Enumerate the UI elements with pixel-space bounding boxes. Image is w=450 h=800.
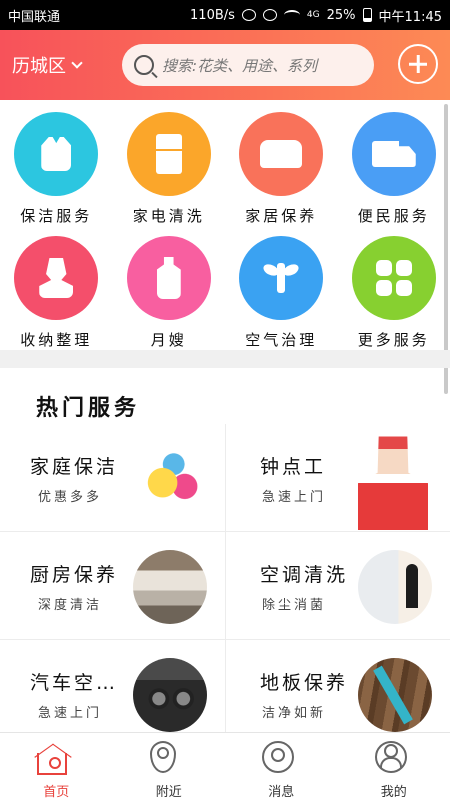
search-placeholder: 搜索:花类、用途、系列 [162,56,318,75]
hot-services-title: 热门服务 [36,396,141,421]
service-subtitle: 急速上门 [38,706,103,721]
truck-icon [371,141,416,167]
category-label: 空气治理 [245,331,318,349]
category-grid: 保洁服务 家电清洗 家居保养 便民服务 收纳整理 月嫂 空气治理 更多服务 [0,100,450,350]
service-title: 地板保养 [260,672,349,694]
category-icon-circle [239,236,324,320]
category-air-treatment[interactable]: 空气治理 [225,236,338,360]
home-icon [37,753,68,775]
network-speed: 110B/s [190,7,235,23]
service-subtitle: 除尘消菌 [262,598,327,613]
category-label: 家居保养 [245,207,318,225]
category-icon-circle [351,236,436,320]
category-label: 收纳整理 [20,331,93,349]
kitchen-image [133,550,207,624]
service-title: 厨房保养 [30,564,119,586]
eye-icon [262,9,277,21]
wood-floor-image [358,658,432,732]
car-interior-image [133,658,207,732]
category-organizing[interactable]: 收纳整理 [0,236,113,360]
category-icon-circle [126,112,211,196]
service-subtitle: 急速上门 [262,490,327,505]
category-cleaning[interactable]: 保洁服务 [0,112,113,236]
search-input[interactable]: 搜索:花类、用途、系列 [122,44,374,86]
person-icon [39,258,74,298]
nav-messages[interactable]: 消息 [225,733,338,800]
service-title: 汽车空… [30,672,119,694]
network-type: 4G [306,10,320,20]
category-icon-circle [126,236,211,320]
nav-label: 我的 [380,785,407,800]
user-icon [374,741,407,773]
category-more[interactable]: 更多服务 [338,236,450,360]
alarm-icon [241,9,256,21]
bottom-navigation: 首页 附近 消息 我的 [0,732,450,800]
service-title: 钟点工 [260,456,327,478]
vest-icon [41,137,72,171]
message-icon [262,741,295,773]
category-nanny[interactable]: 月嫂 [113,236,226,360]
header-bar: 历城区 搜索:花类、用途、系列 [0,30,450,100]
service-card-hourly-worker[interactable]: 钟点工 急速上门 [225,424,450,532]
category-icon-circle [14,236,99,320]
category-label: 便民服务 [357,207,430,225]
category-label: 更多服务 [357,331,430,349]
battery-percent: 25% [326,7,356,23]
housekeeper-image [358,426,428,530]
add-button[interactable] [398,44,438,84]
wifi-icon [283,10,300,20]
category-home-care[interactable]: 家居保养 [225,112,338,236]
city-name: 历城区 [12,56,66,77]
category-icon-circle [14,112,99,196]
service-subtitle: 深度清洁 [38,598,103,613]
nav-label: 首页 [43,785,70,800]
nav-profile[interactable]: 我的 [338,733,450,800]
category-icon-circle [239,112,324,196]
city-selector[interactable]: 历城区 [12,52,122,78]
grid-icon [375,260,412,296]
category-label: 月嫂 [150,331,187,349]
carrier-name: 中国联通 [8,9,61,25]
sofa-icon [260,140,303,168]
nav-nearby[interactable]: 附近 [113,733,226,800]
location-icon [149,741,176,773]
search-icon [134,55,154,75]
category-label: 家电清洗 [132,207,205,225]
service-title: 家庭保洁 [30,456,119,478]
service-title: 空调清洗 [260,564,349,586]
category-icon-circle [351,112,436,196]
service-subtitle: 洁净如新 [262,706,327,721]
service-card-kitchen-care[interactable]: 厨房保养 深度清洁 [0,532,225,640]
battery-icon [362,8,372,22]
bottle-icon [156,257,181,299]
category-convenience[interactable]: 便民服务 [338,112,450,236]
nav-label: 附近 [155,785,182,800]
nav-label: 消息 [268,785,295,800]
nav-home[interactable]: 首页 [0,733,113,800]
service-card-ac-cleaning[interactable]: 空调清洗 除尘消菌 [225,532,450,640]
air-conditioner-image [358,550,432,624]
chevron-down-icon [71,56,83,69]
status-bar: 中国联通 110B/s 4G 25% 中午11:45 [0,0,450,30]
clock: 中午11:45 [378,9,442,25]
cleaning-supplies-image [133,442,207,516]
sprout-icon [277,263,286,293]
section-divider [0,350,450,368]
service-subtitle: 优惠多多 [38,490,103,505]
category-label: 保洁服务 [20,207,93,225]
category-appliance-cleaning[interactable]: 家电清洗 [113,112,226,236]
fridge-icon [155,134,182,174]
service-card-home-cleaning[interactable]: 家庭保洁 优惠多多 [0,424,225,532]
